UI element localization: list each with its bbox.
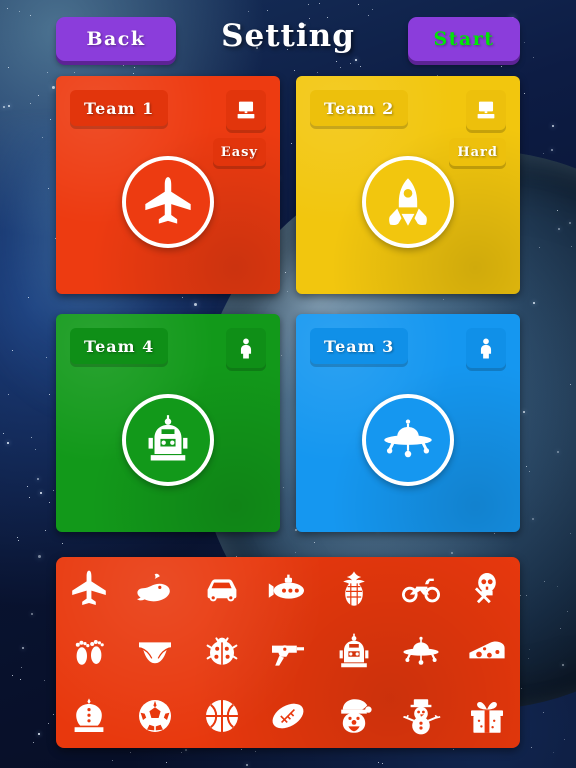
team-controller-button[interactable]: [226, 90, 266, 130]
cheese-icon: [469, 641, 505, 659]
revolver-icon: [271, 645, 304, 667]
underwear-icon: [139, 642, 172, 664]
ladybug-icon: [206, 637, 238, 666]
palette-airplane-icon[interactable]: [56, 557, 122, 621]
palette-basketball-icon[interactable]: [189, 684, 255, 748]
team-avatar-medallion[interactable]: [122, 394, 214, 487]
person-icon: [480, 338, 492, 359]
team-controller-button[interactable]: [226, 328, 266, 368]
team-card-team-4[interactable]: Team 4: [56, 314, 280, 532]
footprints-icon: [75, 640, 104, 666]
team-name-badge[interactable]: Team 1: [70, 90, 169, 126]
football-icon: [272, 703, 304, 729]
icon-palette-panel: [56, 557, 520, 748]
team-cards-grid: Team 1 Easy Team 2 Hard Team 4 Team 3: [56, 76, 520, 540]
palette-soccer-ball-icon[interactable]: [122, 684, 188, 748]
team-name-label: Team 3: [324, 336, 395, 356]
team-name-badge[interactable]: Team 4: [70, 328, 169, 364]
palette-football-icon[interactable]: [255, 684, 321, 748]
palette-submarine-icon[interactable]: [255, 557, 321, 621]
whale-icon: [137, 573, 171, 602]
gift-icon: [470, 702, 503, 733]
robot-icon: [148, 415, 188, 461]
team-name-label: Team 4: [84, 336, 155, 356]
car-icon: [207, 579, 237, 602]
team-name-badge[interactable]: Team 2: [310, 90, 409, 126]
team-card-team-2[interactable]: Team 2 Hard: [296, 76, 520, 294]
desktop-computer-icon: [477, 101, 495, 119]
team-controller-button[interactable]: [466, 90, 506, 130]
palette-crown-icon[interactable]: [56, 684, 122, 748]
team-difficulty-badge[interactable]: Easy: [212, 138, 266, 166]
palette-gift-icon[interactable]: [454, 684, 520, 748]
crown-icon: [74, 698, 104, 733]
ufo-icon: [384, 419, 432, 458]
desktop-computer-icon: [237, 101, 255, 119]
team-avatar-medallion[interactable]: [362, 156, 454, 249]
ufo-icon: [402, 637, 439, 666]
team-controller-button[interactable]: [466, 328, 506, 368]
team-avatar-medallion[interactable]: [122, 156, 214, 249]
palette-whale-icon[interactable]: [122, 557, 188, 621]
palette-skull-crossbones-icon[interactable]: [454, 557, 520, 621]
top-bar: Back Setting Start: [0, 0, 576, 72]
motorcycle-icon: [401, 578, 440, 603]
airplane-icon: [145, 177, 191, 225]
palette-revolver-icon[interactable]: [255, 621, 321, 685]
skull-crossbones-icon: [474, 572, 496, 604]
team-name-label: Team 1: [84, 98, 155, 118]
team-name-badge[interactable]: Team 3: [310, 328, 409, 364]
person-icon: [240, 338, 252, 359]
palette-underwear-icon[interactable]: [122, 621, 188, 685]
palette-snowman-icon[interactable]: [387, 684, 453, 748]
palette-footprints-icon[interactable]: [56, 621, 122, 685]
palette-ufo-icon[interactable]: [387, 621, 453, 685]
team-card-team-3[interactable]: Team 3: [296, 314, 520, 532]
snowman-icon: [402, 699, 440, 735]
team-difficulty-label: Hard: [457, 144, 498, 160]
start-button[interactable]: Start: [408, 17, 520, 61]
pineapple-icon: [343, 571, 366, 606]
palette-pineapple-icon[interactable]: [321, 557, 387, 621]
soccer-ball-icon: [139, 700, 172, 733]
rocket-icon: [389, 178, 427, 227]
team-avatar-medallion[interactable]: [362, 394, 454, 487]
robot-icon: [339, 634, 369, 668]
airplane-icon: [72, 570, 106, 605]
palette-car-icon[interactable]: [189, 557, 255, 621]
team-name-label: Team 2: [324, 98, 395, 118]
team-card-team-1[interactable]: Team 1 Easy: [56, 76, 280, 294]
palette-motorcycle-icon[interactable]: [387, 557, 453, 621]
team-difficulty-badge[interactable]: Hard: [449, 138, 506, 166]
palette-ladybug-icon[interactable]: [189, 621, 255, 685]
palette-cheese-icon[interactable]: [454, 621, 520, 685]
palette-santa-icon[interactable]: [321, 684, 387, 748]
team-difficulty-label: Easy: [220, 144, 258, 160]
santa-icon: [341, 699, 372, 733]
basketball-icon: [205, 700, 238, 733]
submarine-icon: [268, 574, 304, 599]
palette-robot-icon[interactable]: [321, 621, 387, 685]
